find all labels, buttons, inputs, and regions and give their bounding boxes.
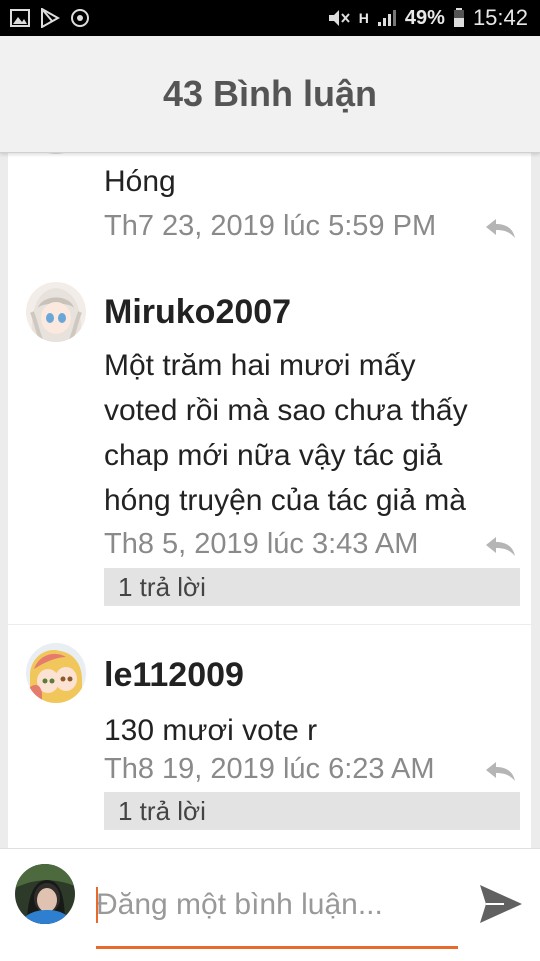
comments-header: 43 Bình luận [0,36,540,153]
input-underline [96,946,458,949]
comment-text-line: Một trăm hai mươi mấy [104,349,416,382]
comment-list[interactable]: Hóng Th7 23, 2019 lúc 5:59 PM Miruko2007… [0,152,540,848]
comment-text-line: voted rồi mà sao chưa thấy [104,394,468,427]
network-type-label: H [358,10,369,26]
battery-icon [453,8,464,27]
play-store-icon [41,8,60,28]
page-title: 43 Bình luận [162,73,378,114]
text-cursor [96,887,98,923]
replies-toggle[interactable]: 1 trả lời [104,568,520,606]
comment-text: 130 mươi vote r [104,714,318,747]
avatar[interactable] [26,282,86,342]
comment-author[interactable]: Miruko2007 [104,293,291,332]
replies-toggle[interactable]: 1 trả lời [104,792,520,830]
battery-percent: 49% [404,6,445,29]
avatar[interactable] [26,643,86,703]
comment-author[interactable]: le112009 [104,656,244,695]
reply-icon[interactable] [483,217,517,239]
image-icon [10,9,30,27]
comment-text-line: hóng truyện của tác giả mà [104,484,466,517]
signal-bars-icon [377,10,396,26]
comment-composer [0,848,540,961]
send-icon[interactable] [478,883,524,925]
comment-item: Hóng Th7 23, 2019 lúc 5:59 PM [8,152,531,263]
comment-text: Hóng [104,165,176,198]
comment-timestamp: Th8 19, 2019 lúc 6:23 AM [104,753,435,785]
comment-item: le112009 130 mươi vote r Th8 19, 2019 lú… [8,625,531,848]
comment-text: Một trăm hai mươi mấy voted rồi mà sao c… [104,343,514,523]
reply-icon[interactable] [483,760,517,782]
comment-timestamp: Th7 23, 2019 lúc 5:59 PM [104,210,437,242]
comment-input[interactable] [96,881,458,929]
comment-timestamp: Th8 5, 2019 lúc 3:43 AM [104,528,419,560]
comment-text-line: chap mới nữa vậy tác giả [104,439,443,472]
reply-icon[interactable] [483,535,517,557]
status-bar: H 49% 15:42 [0,0,540,36]
location-icon [71,9,89,27]
comment-item: Miruko2007 Một trăm hai mươi mấy voted r… [8,262,531,624]
mute-icon [328,10,350,26]
clock: 15:42 [472,5,528,30]
user-avatar[interactable] [15,864,75,924]
